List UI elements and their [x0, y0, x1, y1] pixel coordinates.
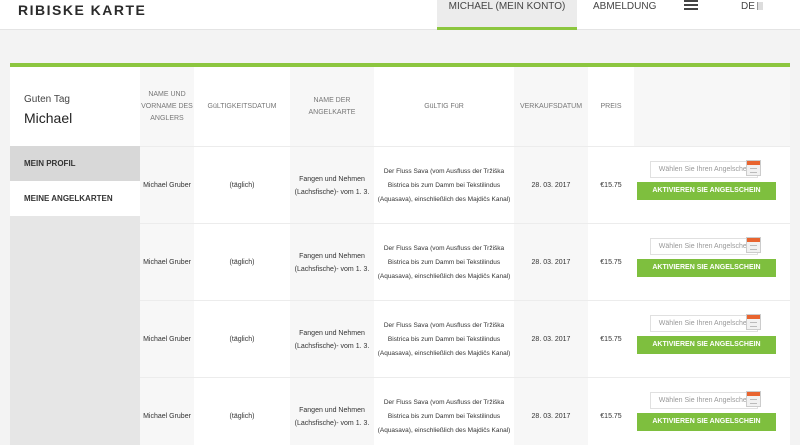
column-header-action — [634, 67, 790, 146]
column-header-sale-date: VERKAUFSDATUM — [514, 67, 588, 146]
date-picker-input[interactable]: Wählen Sie Ihren Angelschein — [650, 392, 758, 409]
greeting-text: Guten Tag — [24, 94, 70, 105]
card-name: Fangen und Nehmen (Lachsfische)- vom 1. … — [290, 378, 374, 445]
action-cell: Wählen Sie Ihren Angelschein AKTIVIEREN … — [634, 147, 790, 224]
logout-link[interactable]: ABMELDUNG — [593, 0, 656, 13]
column-header-card-name: NAME DER ANGELKARTE — [290, 67, 374, 146]
sidebar-item-my-profile[interactable]: MEIN PROFIL — [10, 146, 140, 181]
date-picker-input[interactable]: Wählen Sie Ihren Angelschein — [650, 161, 758, 178]
sale-date: 28. 03. 2017 — [514, 224, 588, 301]
date-picker-input[interactable]: Wählen Sie Ihren Angelschein — [650, 238, 758, 255]
table-row: Michael Gruber (täglich) Fangen und Nehm… — [140, 300, 790, 378]
site-logo[interactable]: RIBISKE KARTE — [18, 2, 146, 18]
angler-name: Michael Gruber — [140, 224, 194, 301]
angler-name: Michael Gruber — [140, 301, 194, 378]
column-header-valid-date: GüLTIGKEITSDATUM — [207, 102, 277, 110]
valid-region: Der Fluss Sava (vom Ausfluss der Tržiška… — [377, 321, 511, 357]
activate-card-button[interactable]: AKTIVIEREN SIE ANGELSCHEIN — [637, 182, 776, 200]
valid-region: Der Fluss Sava (vom Ausfluss der Tržiška… — [377, 167, 511, 203]
activate-card-button[interactable]: AKTIVIEREN SIE ANGELSCHEIN — [637, 259, 776, 277]
user-name: Michael — [24, 110, 73, 126]
activate-card-button[interactable]: AKTIVIEREN SIE ANGELSCHEIN — [637, 413, 776, 431]
calendar-icon[interactable] — [746, 160, 761, 176]
sidebar-item-my-fishing-cards[interactable]: MEINE ANGELKARTEN — [10, 181, 140, 216]
calendar-icon[interactable] — [746, 314, 761, 330]
valid-region: Der Fluss Sava (vom Ausfluss der Tržiška… — [377, 398, 511, 434]
card-name: Fangen und Nehmen (Lachsfische)- vom 1. … — [290, 224, 374, 301]
calendar-icon[interactable] — [746, 391, 761, 407]
angler-name: Michael Gruber — [140, 378, 194, 445]
validity: (täglich) — [229, 336, 255, 343]
language-selector[interactable]: DE — [741, 0, 763, 13]
sale-date: 28. 03. 2017 — [514, 147, 588, 224]
language-label: DE — [741, 1, 755, 12]
table-row: Michael Gruber (täglich) Fangen und Nehm… — [140, 377, 790, 445]
column-header-name: NAME UND VORNAME DES ANGLERS — [140, 67, 194, 146]
price: €15.75 — [600, 413, 622, 420]
flag-icon — [756, 2, 763, 10]
price: €15.75 — [600, 182, 622, 189]
price: €15.75 — [600, 259, 622, 266]
action-cell: Wählen Sie Ihren Angelschein AKTIVIEREN … — [634, 301, 790, 378]
account-panel: Guten Tag Michael MEIN PROFIL MEINE ANGE… — [10, 63, 790, 445]
table-row: Michael Gruber (täglich) Fangen und Nehm… — [140, 223, 790, 301]
sale-date: 28. 03. 2017 — [514, 301, 588, 378]
top-navigation-bar: RIBISKE KARTE MICHAEL (MEIN KONTO) ABMEL… — [0, 0, 800, 30]
card-name: Fangen und Nehmen (Lachsfische)- vom 1. … — [290, 301, 374, 378]
validity: (täglich) — [229, 259, 255, 266]
valid-region: Der Fluss Sava (vom Ausfluss der Tržiška… — [377, 244, 511, 280]
activate-card-button[interactable]: AKTIVIEREN SIE ANGELSCHEIN — [637, 336, 776, 354]
price: €15.75 — [600, 336, 622, 343]
greeting-box: Guten Tag Michael — [10, 67, 140, 146]
card-name: Fangen und Nehmen (Lachsfische)- vom 1. … — [290, 147, 374, 224]
page-margin — [790, 63, 800, 445]
calendar-icon[interactable] — [746, 237, 761, 253]
angler-name: Michael Gruber — [140, 147, 194, 224]
column-header-valid-for: GüLTIG FüR — [424, 102, 464, 110]
validity: (täglich) — [229, 182, 255, 189]
action-cell: Wählen Sie Ihren Angelschein AKTIVIEREN … — [634, 378, 790, 445]
validity: (täglich) — [229, 413, 255, 420]
sale-date: 28. 03. 2017 — [514, 378, 588, 445]
table-row: Michael Gruber (täglich) Fangen und Nehm… — [140, 146, 790, 224]
account-sidebar: MEIN PROFIL MEINE ANGELKARTEN — [10, 146, 140, 445]
my-account-tab[interactable]: MICHAEL (MEIN KONTO) — [437, 0, 577, 30]
column-header-price: PREIS — [600, 102, 622, 110]
action-cell: Wählen Sie Ihren Angelschein AKTIVIEREN … — [634, 224, 790, 301]
date-picker-input[interactable]: Wählen Sie Ihren Angelschein — [650, 315, 758, 332]
hamburger-menu-icon[interactable] — [684, 0, 698, 12]
